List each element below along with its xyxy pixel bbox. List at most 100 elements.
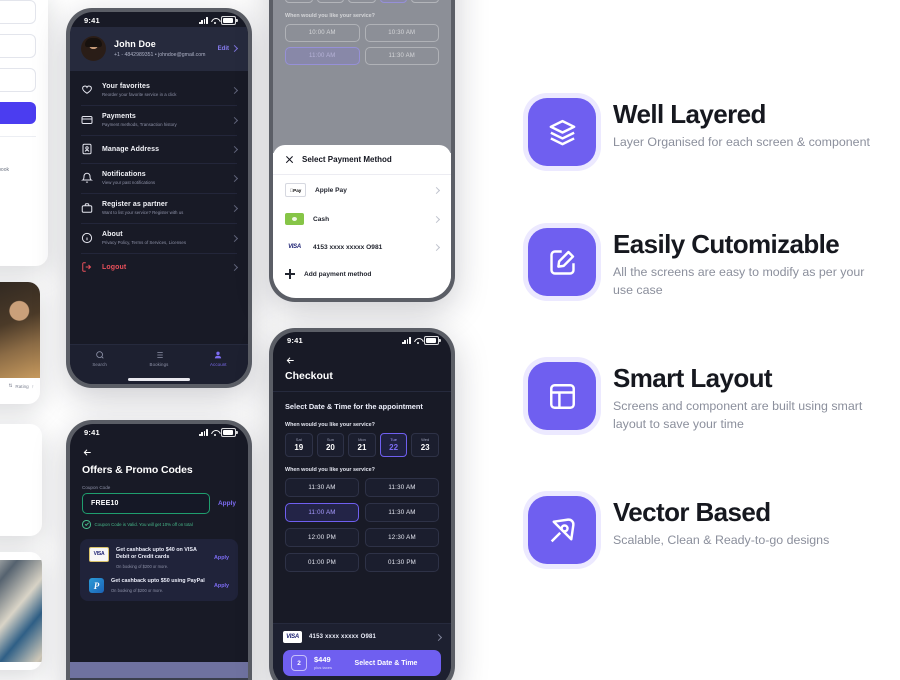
offer-row[interactable]: P Get cashback upto $50 using PayPal On … [89, 578, 229, 594]
offers-card: VISA Get cashback upto $40 on VISA Debit… [80, 538, 238, 602]
offer-title: Get cashback upto $40 on VISA Debit or C… [116, 546, 197, 561]
chevron-right-icon [230, 204, 239, 212]
card-label: 4153 xxxx xxxxx O981 [309, 634, 377, 640]
date-chip[interactable]: Sun 20 [316, 0, 345, 3]
selected-card-row[interactable]: VISA 4153 xxxx xxxxx O981 [283, 631, 443, 650]
time-slot[interactable]: 11:30 AM [365, 478, 439, 498]
menu-item-register-as-partner[interactable]: Register as partner Want to list your se… [70, 193, 248, 223]
add-payment-method-row[interactable]: Add payment method [273, 261, 451, 287]
coupon-valid-message: Coupon Code is Valid. You will get 10% o… [82, 520, 236, 529]
feature-well-layered: Well Layered Layer Organised for each sc… [528, 98, 878, 166]
tab-label: Account [210, 362, 227, 367]
date-chip-selected[interactable]: Tue 22 [379, 433, 408, 458]
date-num: 19 [294, 443, 304, 453]
photo-meta: ⇅ Rating ↑ [0, 378, 40, 394]
coupon-input[interactable]: FREE10 [82, 493, 210, 514]
time-question: When would you like your service? [285, 13, 375, 19]
menu-item-manage-address[interactable]: Manage Address [70, 135, 248, 163]
time-slot[interactable]: 01:30 PM [365, 553, 439, 573]
time-slot[interactable]: 11:30 AM [364, 47, 439, 65]
date-chip[interactable]: Wed 23 [411, 433, 439, 458]
time-slot[interactable]: 12:00 PM [285, 528, 359, 548]
search-icon [95, 351, 104, 359]
feature-easily-customizable: Easily Cutomizable All the screens are e… [528, 228, 878, 300]
menu-item-favorites[interactable]: Your favorites Reorder your favorite ser… [70, 75, 248, 105]
tab-bookings[interactable]: Bookings [129, 350, 188, 367]
time-slot[interactable]: 10:30 AM [364, 24, 439, 42]
payment-method-cash[interactable]: Cash [273, 205, 451, 233]
profile-header: John Doe +1 - 4842989351 • johndoe@gmail… [70, 27, 248, 71]
feature-title: Well Layered [613, 99, 766, 129]
date-chip[interactable]: Sat 19 [285, 433, 313, 458]
payment-method-apple-pay[interactable]: Pay Apple Pay [273, 175, 451, 205]
battery-icon [221, 428, 238, 437]
date-chip[interactable]: Mon 21 [348, 0, 376, 3]
gallery-image [0, 560, 42, 662]
pen-tool-icon [528, 496, 596, 565]
feature-desc: Layer Organised for each screen & compon… [613, 135, 870, 150]
battery-icon [221, 16, 238, 25]
cta-label: Select Date & Time [354, 659, 418, 667]
user-icon [215, 351, 222, 359]
layout-icon [528, 362, 596, 431]
date-chip[interactable]: Sat 19 [285, 0, 313, 3]
menu-item-notifications[interactable]: Notifications View your past notificatio… [70, 163, 248, 193]
gallery-card-decoration [0, 424, 42, 536]
tab-account[interactable]: Account [189, 350, 248, 367]
date-chip-selected[interactable]: Tue 22 [379, 0, 408, 3]
chevron-right-icon [230, 234, 239, 242]
date-num: 22 [389, 443, 399, 453]
rating-label: Rating [15, 383, 29, 389]
payment-method-visa[interactable]: VISA 4153 xxxx xxxxx O981 [273, 233, 451, 261]
time-slot-selected[interactable]: 11:00 AM [285, 503, 359, 523]
price-sub: plus taxes [314, 664, 333, 670]
menu-item-about[interactable]: About Privacy Policy, Terms of Services,… [70, 223, 248, 253]
select-date-time-button[interactable]: 2 $449 plus taxes Select Date & Time [283, 650, 441, 676]
back-button[interactable] [70, 439, 248, 458]
edit-profile-button[interactable]: Edit [218, 44, 239, 53]
page-title: Offers & Promo Codes [82, 464, 193, 476]
layers-icon [528, 98, 596, 166]
signal-icon [402, 337, 411, 344]
close-icon[interactable] [285, 155, 294, 164]
coupon-apply-button[interactable]: Apply [218, 500, 236, 507]
photo-thumbnail [0, 282, 40, 378]
time-slot-grid: 11:30 AM 11:30 AM 11:00 AM 11:30 AM 12:0… [273, 478, 451, 573]
tab-search[interactable]: Search [70, 350, 129, 367]
signal-icon [199, 17, 208, 24]
form-field [0, 0, 36, 24]
chevron-right-icon [432, 215, 441, 223]
date-day: Tue [390, 437, 397, 443]
offer-row[interactable]: VISA Get cashback upto $40 on VISA Debit… [89, 546, 229, 569]
arrow-up-icon: ↑ [31, 383, 34, 389]
arrow-left-icon [83, 449, 91, 456]
offer-apply-button[interactable]: Apply [214, 583, 229, 589]
time-slot[interactable]: 12:30 AM [365, 528, 439, 548]
chevron-right-icon [230, 86, 239, 94]
coupon-label: Coupon Code [82, 485, 111, 490]
offer-sub: On booking of $200 or more. [111, 587, 164, 593]
date-chip[interactable]: Wed 23 [411, 0, 439, 3]
time-slot[interactable]: 11:30 AM [285, 478, 359, 498]
time-slot[interactable]: 01:00 PM [285, 553, 359, 573]
menu-item-logout[interactable]: Logout [70, 253, 248, 281]
heart-icon [81, 84, 93, 96]
menu-title: Your favorites [102, 83, 150, 90]
time-slot[interactable]: 11:30 AM [365, 503, 439, 523]
phone-mockup-account: 9:41 John Doe +1 - 4842989351 • johndoe@… [66, 8, 252, 388]
dimmed-backdrop: appointment When would you like your ser… [273, 0, 451, 153]
profile-contact: +1 - 4842989351 • johndoe@gmail.com [114, 51, 206, 58]
time-slot[interactable]: 10:00 AM [285, 24, 360, 42]
price-block: $449 plus taxes [314, 656, 333, 670]
date-num: 20 [325, 443, 335, 453]
photo-card-decoration: ⇅ Rating ↑ [0, 282, 40, 404]
date-chip[interactable]: Mon 21 [348, 433, 376, 458]
poster-canvas: f Facebook ⇅ Rating ↑ 9:41 [0, 0, 900, 680]
date-chip[interactable]: Sun 20 [316, 433, 345, 458]
offer-apply-button[interactable]: Apply [214, 555, 229, 561]
back-button[interactable] [273, 347, 451, 366]
home-indicator [128, 378, 190, 381]
time-slot-selected[interactable]: 11:00 AM [285, 47, 360, 65]
menu-item-payments[interactable]: Payments Payment methods, Transaction hi… [70, 105, 248, 135]
page-subtitle: Select Date & Time for the appointment [285, 402, 423, 411]
